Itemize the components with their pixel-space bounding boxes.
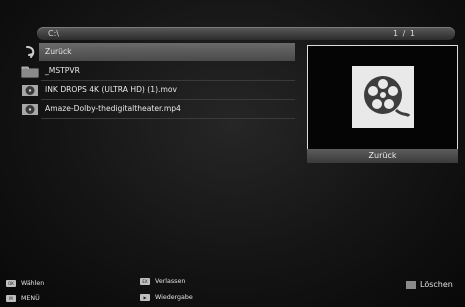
film-reel-icon bbox=[364, 76, 411, 118]
selection-highlight bbox=[39, 43, 295, 61]
row-divider bbox=[41, 118, 295, 119]
legend-menu: M MENÜ bbox=[6, 294, 40, 304]
file-row-back[interactable]: Zurück bbox=[17, 43, 295, 61]
film-reel-icon bbox=[22, 104, 38, 115]
media-browser-screen: C:\ 1 / 1 Zurück _MSTPVR INK DROPS 4K (U… bbox=[0, 0, 465, 307]
legend-select: OK Wählen bbox=[6, 279, 44, 289]
page-indicator: 1 / 1 bbox=[393, 29, 416, 38]
legend-exit: EX Verlassen bbox=[140, 277, 185, 287]
ok-key-icon: OK bbox=[6, 280, 16, 287]
file-name: Amaze-Dolby-thedigitaltheater.mp4 bbox=[45, 104, 181, 113]
file-name: _MSTPVR bbox=[45, 66, 80, 75]
preview-label: Zurück bbox=[307, 149, 458, 163]
back-arrow-icon bbox=[26, 46, 35, 58]
grey-key-icon bbox=[406, 281, 416, 289]
file-list: Zurück _MSTPVR INK DROPS 4K (ULTRA HD) (… bbox=[17, 43, 295, 119]
file-row-folder[interactable]: _MSTPVR bbox=[17, 62, 295, 81]
preview-panel bbox=[307, 45, 458, 150]
current-path: C:\ bbox=[48, 29, 59, 38]
preview-thumbnail bbox=[352, 66, 414, 128]
legend-delete: Löschen bbox=[420, 280, 453, 289]
file-name: Zurück bbox=[45, 47, 72, 56]
file-row-video[interactable]: INK DROPS 4K (ULTRA HD) (1).mov bbox=[17, 81, 295, 100]
button-legend: OK Wählen M MENÜ EX Verlassen ▶ Wiedergabe L… bbox=[0, 275, 465, 307]
play-key-icon: ▶ bbox=[140, 294, 150, 301]
exit-key-icon: EX bbox=[140, 278, 150, 285]
path-bar: C:\ 1 / 1 bbox=[37, 27, 455, 40]
legend-play: ▶ Wiedergabe bbox=[140, 293, 193, 303]
folder-icon bbox=[21, 66, 39, 78]
film-reel-icon bbox=[22, 85, 38, 96]
file-name: INK DROPS 4K (ULTRA HD) (1).mov bbox=[45, 85, 178, 94]
menu-key-icon: M bbox=[6, 295, 16, 302]
file-row-video[interactable]: Amaze-Dolby-thedigitaltheater.mp4 bbox=[17, 100, 295, 119]
